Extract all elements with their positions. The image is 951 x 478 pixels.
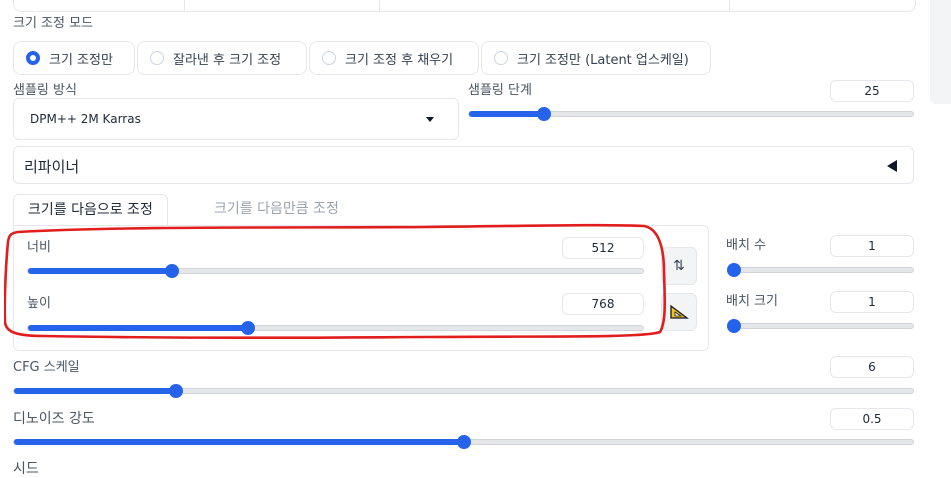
- sampling-method-value: DPM++ 2M Karras: [30, 112, 141, 126]
- side-panel-edge: [930, 0, 951, 104]
- sampling-method-label: 샘플링 방식: [13, 83, 77, 98]
- batch-count-slider[interactable]: [727, 263, 914, 277]
- resize-mode-label: 크기 조정 모드: [13, 16, 94, 31]
- slider-fill: [14, 388, 176, 394]
- slider-fill: [14, 439, 464, 445]
- radio-unselected-icon: [150, 51, 164, 65]
- triangle-ruler-icon: [670, 304, 689, 319]
- cfg-scale-slider[interactable]: [13, 384, 914, 398]
- sampling-steps-input[interactable]: 25: [830, 80, 914, 102]
- annotation-highlight-outline: [4, 223, 667, 339]
- sampling-steps-slider[interactable]: [468, 107, 914, 121]
- slider-fill: [469, 111, 545, 117]
- radio-latent-upscale[interactable]: 크기 조정만 (Latent 업스케일): [481, 41, 711, 75]
- cfg-scale-label: CFG 스케일: [13, 360, 80, 375]
- radio-crop-and-resize[interactable]: 잘라낸 후 크기 조정: [137, 41, 307, 75]
- radio-selected-icon: [26, 51, 40, 65]
- sampling-steps-label: 샘플링 단계: [468, 83, 532, 98]
- radio-resize-and-fill[interactable]: 크기 조정 후 채우기: [309, 41, 479, 75]
- batch-size-slider[interactable]: [727, 319, 914, 333]
- seed-label: 시드: [13, 461, 39, 477]
- slider-thumb[interactable]: [537, 107, 552, 121]
- radio-resize-only[interactable]: 크기 조정만: [13, 41, 135, 75]
- batch-count-label: 배치 수: [726, 238, 767, 253]
- slider-thumb[interactable]: [456, 435, 471, 449]
- slider-thumb[interactable]: [168, 384, 183, 398]
- denoising-slider[interactable]: [13, 435, 914, 449]
- sampling-method-dropdown[interactable]: DPM++ 2M Karras: [13, 98, 459, 140]
- swap-arrows-icon: ⇅: [673, 258, 685, 274]
- batch-count-input[interactable]: 1: [830, 235, 914, 257]
- batch-size-input[interactable]: 1: [830, 291, 914, 313]
- cfg-scale-input[interactable]: 6: [830, 356, 914, 378]
- batch-size-label: 배치 크기: [726, 294, 778, 309]
- slider-thumb[interactable]: [727, 263, 741, 277]
- refiner-title: 리파이너: [24, 158, 80, 176]
- denoising-input[interactable]: 0.5: [830, 408, 914, 430]
- top-panel-fragment: [13, 0, 916, 12]
- chevron-down-icon: [426, 117, 434, 122]
- refiner-accordion[interactable]: 리파이너: [13, 146, 914, 184]
- radio-unselected-icon: [494, 51, 508, 65]
- radio-unselected-icon: [322, 51, 336, 65]
- denoising-label: 디노이즈 강도: [13, 411, 95, 427]
- collapse-arrow-icon[interactable]: [887, 160, 897, 172]
- slider-thumb[interactable]: [727, 319, 741, 333]
